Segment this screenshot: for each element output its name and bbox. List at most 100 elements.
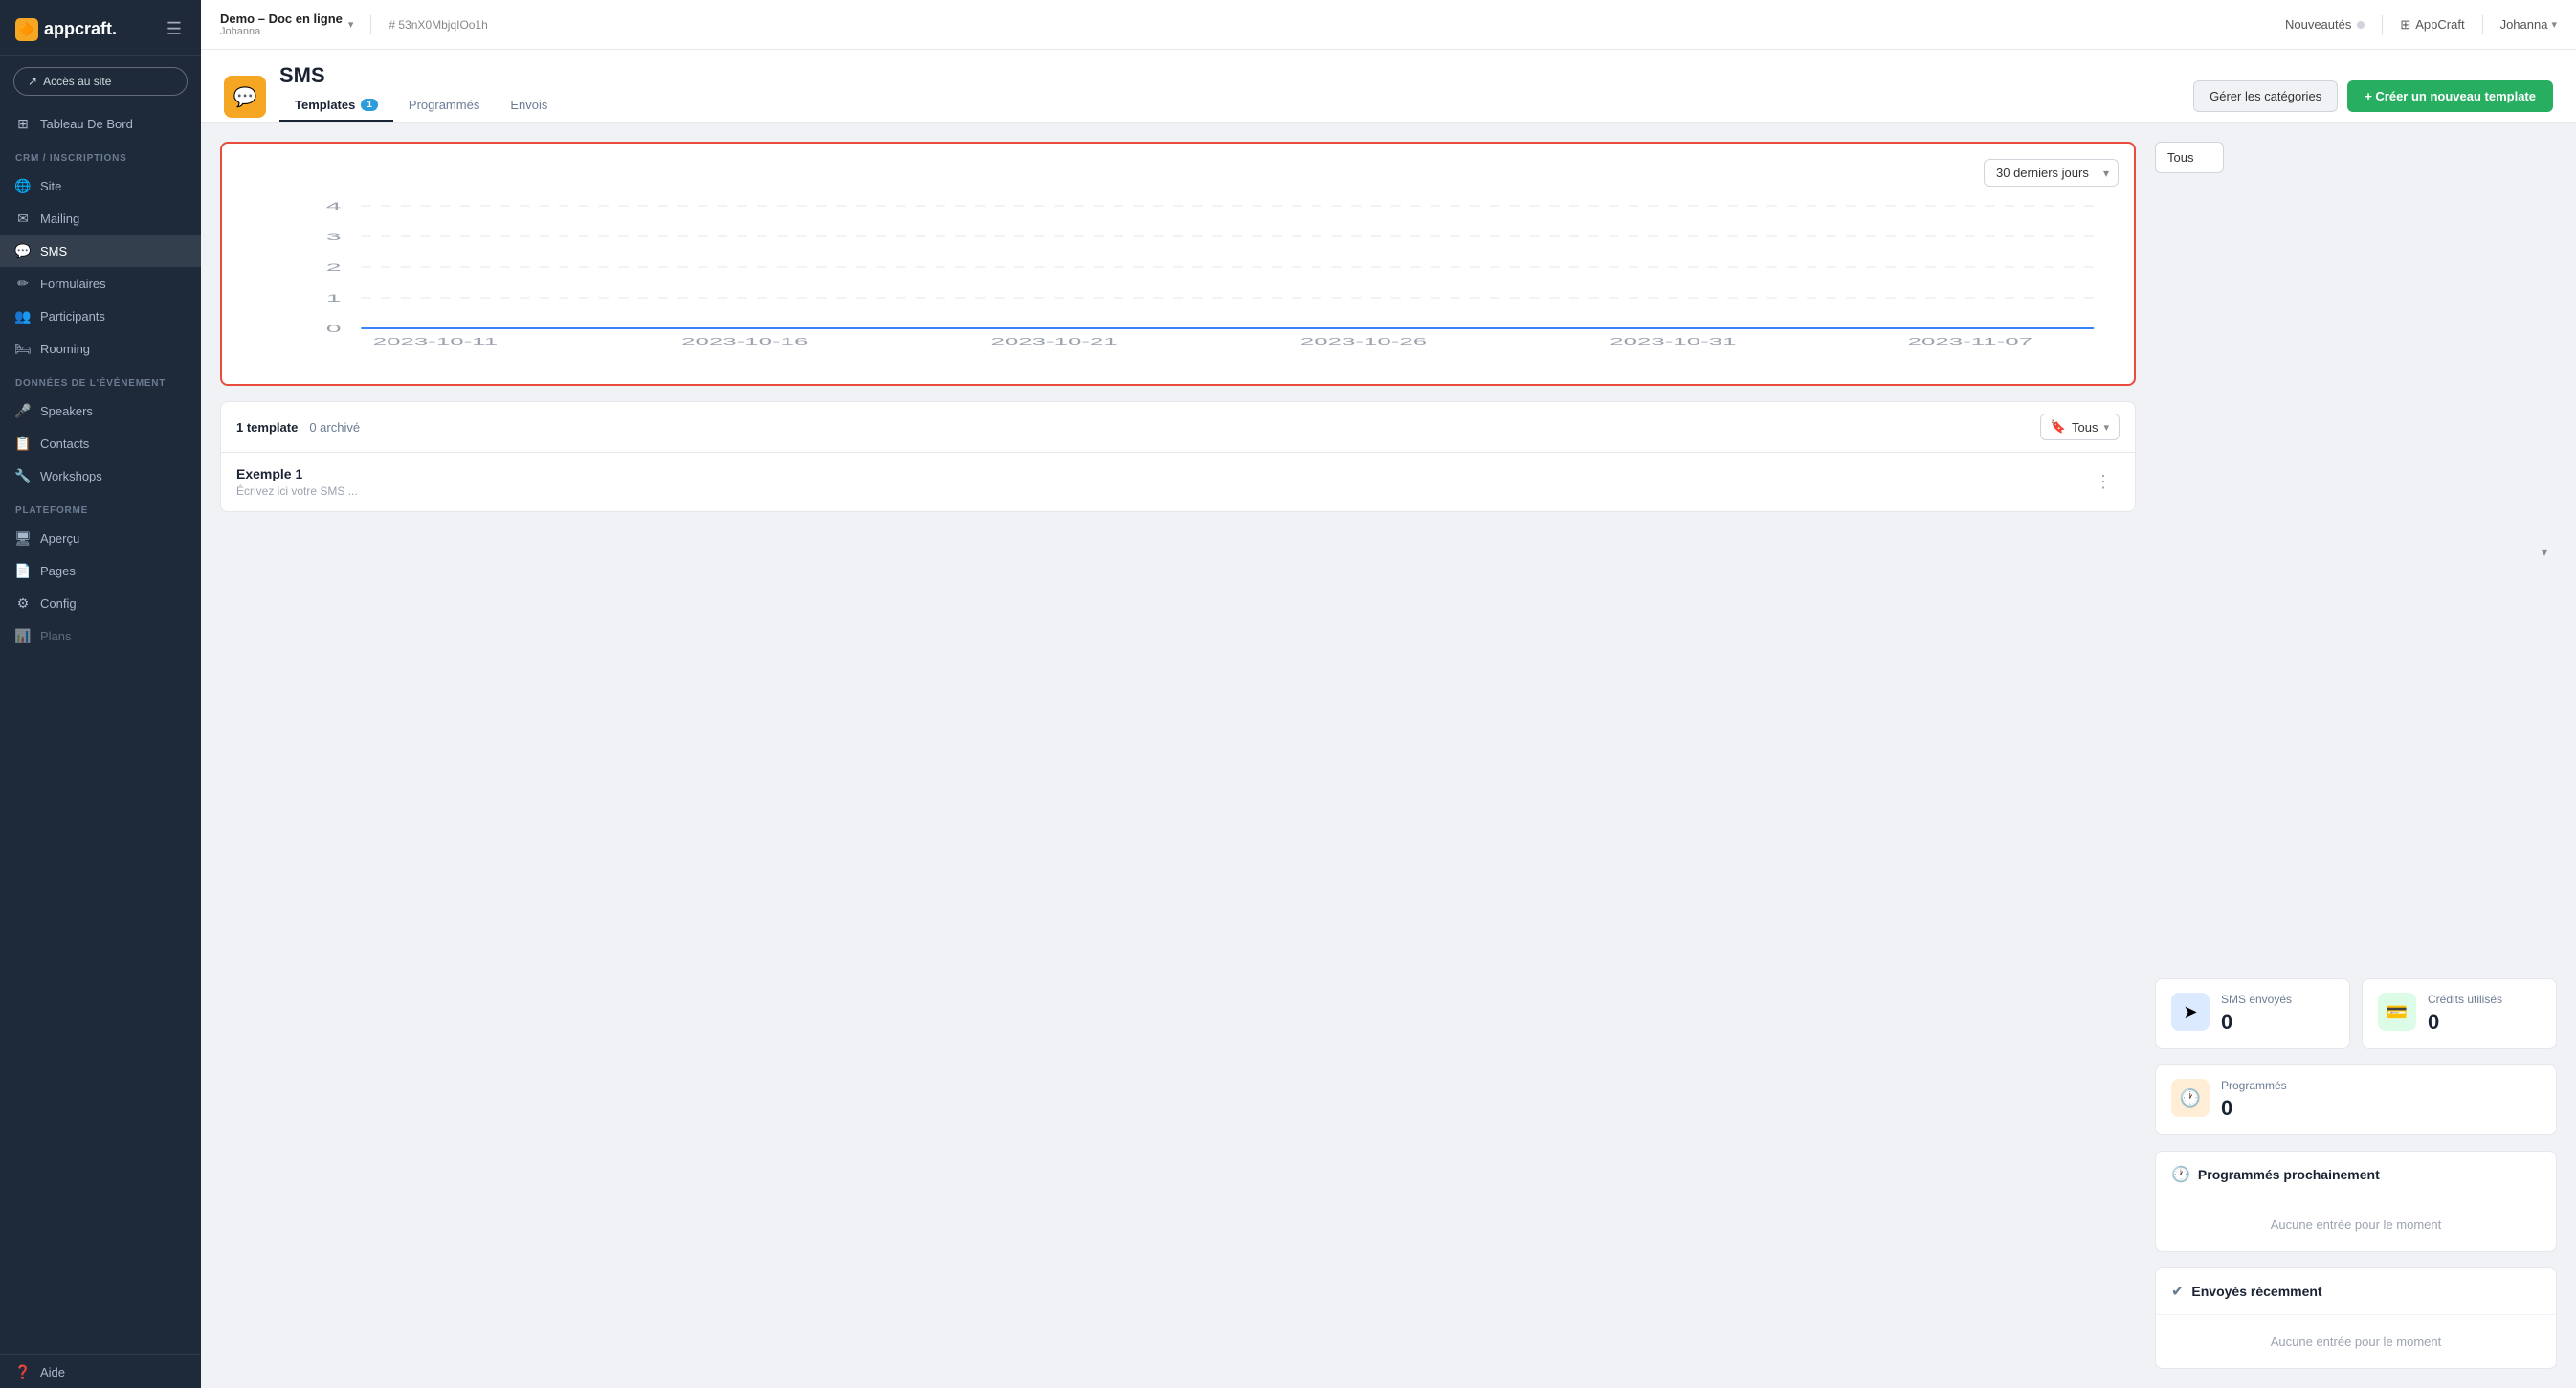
sidebar-item-mailing[interactable]: ✉ Mailing <box>0 202 201 235</box>
right-filter-select[interactable]: Tous <box>2155 142 2224 173</box>
stat-value-sms: 0 <box>2221 1010 2292 1035</box>
mic-icon: 🎤 <box>15 403 31 418</box>
sent-empty: Aucune entrée pour le moment <box>2271 1334 2442 1349</box>
plans-icon: 📊 <box>15 628 31 643</box>
topbar-divider3 <box>2482 15 2483 34</box>
appcraft-label: AppCraft <box>2415 17 2464 32</box>
stat-info-sms: SMS envoyés 0 <box>2221 993 2292 1035</box>
mail-icon: ✉ <box>15 211 31 226</box>
access-site-button[interactable]: ↗ Accès au site <box>13 67 188 96</box>
users-icon: 👥 <box>15 308 31 324</box>
crm-section-label: CRM / INSCRIPTIONS <box>0 140 201 169</box>
page-header-left: 💬 SMS Templates 1 Programmés Envois <box>224 63 563 122</box>
project-name-area: Demo – Doc en ligne Johanna <box>220 11 343 37</box>
grid-icon: ⊞ <box>15 116 31 131</box>
stat-info-programmes: Programmés 0 <box>2221 1079 2287 1121</box>
filter-chevron-icon: ▾ <box>2103 421 2109 434</box>
sidebar-item-participants[interactable]: 👥 Participants <box>0 300 201 332</box>
topbar-divider2 <box>2382 15 2383 34</box>
project-selector[interactable]: Demo – Doc en ligne Johanna ▾ <box>220 11 353 37</box>
stat-info-credits: Crédits utilisés 0 <box>2428 993 2502 1035</box>
clock-icon: 🕐 <box>2171 1079 2210 1117</box>
sidebar-item-label: Contacts <box>40 437 89 451</box>
sidebar-item-workshops[interactable]: 🔧 Workshops <box>0 459 201 492</box>
help-icon: ❓ <box>15 1364 31 1379</box>
project-hash: # 53nX0MbjqIOo1h <box>389 18 487 32</box>
tab-templates-badge: 1 <box>361 99 378 111</box>
tab-programmes-label: Programmés <box>409 98 479 112</box>
sms-page-icon: 💬 <box>224 76 266 118</box>
sidebar-item-site[interactable]: 🌐 Site <box>0 169 201 202</box>
create-template-button[interactable]: + Créer un nouveau template <box>2347 80 2553 112</box>
svg-text:0: 0 <box>326 323 342 335</box>
access-site-label: Accès au site <box>43 75 111 88</box>
sidebar-item-aide[interactable]: ❓ Aide <box>0 1355 201 1388</box>
sidebar-item-label: Plans <box>40 629 72 643</box>
sidebar-item-label: Speakers <box>40 404 93 418</box>
sent-card: ✔ Envoyés récemment Aucune entrée pour l… <box>2155 1267 2557 1369</box>
period-select[interactable]: 30 derniers jours 7 derniers jours 90 de… <box>1984 159 2119 187</box>
svg-text:1: 1 <box>326 292 342 304</box>
period-select-wrapper: 30 derniers jours 7 derniers jours 90 de… <box>1984 159 2119 187</box>
stat-value-programmes: 0 <box>2221 1096 2287 1121</box>
schedule-icon: 🕐 <box>2171 1165 2190 1184</box>
user-name: Johanna <box>2500 17 2548 32</box>
stat-card-credits: 💳 Crédits utilisés 0 <box>2362 978 2557 1049</box>
sidebar-item-pages[interactable]: 📄 Pages <box>0 554 201 587</box>
tab-templates[interactable]: Templates 1 <box>279 90 393 122</box>
stat-value-credits: 0 <box>2428 1010 2502 1035</box>
programmed-empty: Aucune entrée pour le moment <box>2271 1218 2442 1232</box>
template-more-button[interactable]: ⋮ <box>2087 468 2120 496</box>
filter-label: Tous <box>2072 420 2098 435</box>
left-column: 30 derniers jours 7 derniers jours 90 de… <box>220 142 2136 1369</box>
nouveautes-button[interactable]: Nouveautés <box>2285 17 2365 32</box>
svg-text:2023-10-31: 2023-10-31 <box>1610 336 1736 347</box>
user-chevron-icon: ▾ <box>2551 18 2557 31</box>
gear-icon: ⚙ <box>15 595 31 611</box>
sidebar-item-label: Site <box>40 179 61 193</box>
sidebar-item-config[interactable]: ⚙ Config <box>0 587 201 619</box>
template-info: Exemple 1 Écrivez ici votre SMS ... <box>236 466 2087 498</box>
page-title-area: SMS Templates 1 Programmés Envois <box>279 63 563 122</box>
sidebar-item-formulaires[interactable]: ✏ Formulaires <box>0 267 201 300</box>
appcraft-menu[interactable]: ⊞ AppCraft <box>2400 17 2464 33</box>
notification-dot <box>2357 21 2365 29</box>
bed-icon: 🛏 <box>15 341 31 356</box>
sidebar-item-speakers[interactable]: 🎤 Speakers <box>0 394 201 427</box>
sidebar-logo: 🔶 appcraft. ☰ <box>0 0 201 56</box>
credits-icon: 💳 <box>2378 993 2416 1031</box>
logo-icon: 🔶 <box>15 18 38 41</box>
template-filter-dropdown[interactable]: 🔖 Tous ▾ <box>2040 414 2120 440</box>
template-archived: 0 archivé <box>309 420 360 435</box>
sidebar-item-label: Pages <box>40 564 76 578</box>
sent-card-header: ✔ Envoyés récemment <box>2156 1268 2556 1315</box>
sidebar-item-rooming[interactable]: 🛏 Rooming <box>0 332 201 365</box>
sidebar-item-apercu[interactable]: 🖥 Aperçu <box>0 522 201 554</box>
template-count: 1 template <box>236 420 298 435</box>
template-preview: Écrivez ici votre SMS ... <box>236 484 2087 498</box>
stats-row-bottom: 🕐 Programmés 0 <box>2155 1064 2557 1135</box>
chart-area: 4 3 2 1 0 2023-10-11 2023-10-16 2023-10-… <box>237 196 2119 369</box>
svg-text:3: 3 <box>326 231 342 243</box>
template-name: Exemple 1 <box>236 466 2087 481</box>
sidebar-item-tableau[interactable]: ⊞ Tableau De Bord <box>0 107 201 140</box>
check-icon: ✔ <box>2171 1282 2184 1301</box>
chart-card: 30 derniers jours 7 derniers jours 90 de… <box>220 142 2136 386</box>
sidebar-item-label: Participants <box>40 309 105 324</box>
sidebar-item-contacts[interactable]: 📋 Contacts <box>0 427 201 459</box>
hamburger-button[interactable]: ☰ <box>163 15 186 43</box>
tab-envois[interactable]: Envois <box>495 90 563 122</box>
sidebar-item-plans[interactable]: 📊 Plans <box>0 619 201 652</box>
sms-icon: 💬 <box>15 243 31 258</box>
user-menu[interactable]: Johanna ▾ <box>2500 17 2557 32</box>
manage-categories-button[interactable]: Gérer les catégories <box>2193 80 2338 112</box>
tab-programmes[interactable]: Programmés <box>393 90 495 122</box>
chart-header: 30 derniers jours 7 derniers jours 90 de… <box>237 159 2119 187</box>
svg-text:2023-10-26: 2023-10-26 <box>1300 336 1427 347</box>
bookmark-icon: 🔖 <box>2051 419 2066 435</box>
programmed-card-header: 🕐 Programmés prochainement <box>2156 1152 2556 1198</box>
main-area: Demo – Doc en ligne Johanna ▾ # 53nX0Mbj… <box>201 0 2576 1388</box>
sidebar-item-sms[interactable]: 💬 SMS <box>0 235 201 267</box>
programmed-title: Programmés prochainement <box>2198 1167 2380 1182</box>
svg-text:2023-11-07: 2023-11-07 <box>1908 336 2032 347</box>
